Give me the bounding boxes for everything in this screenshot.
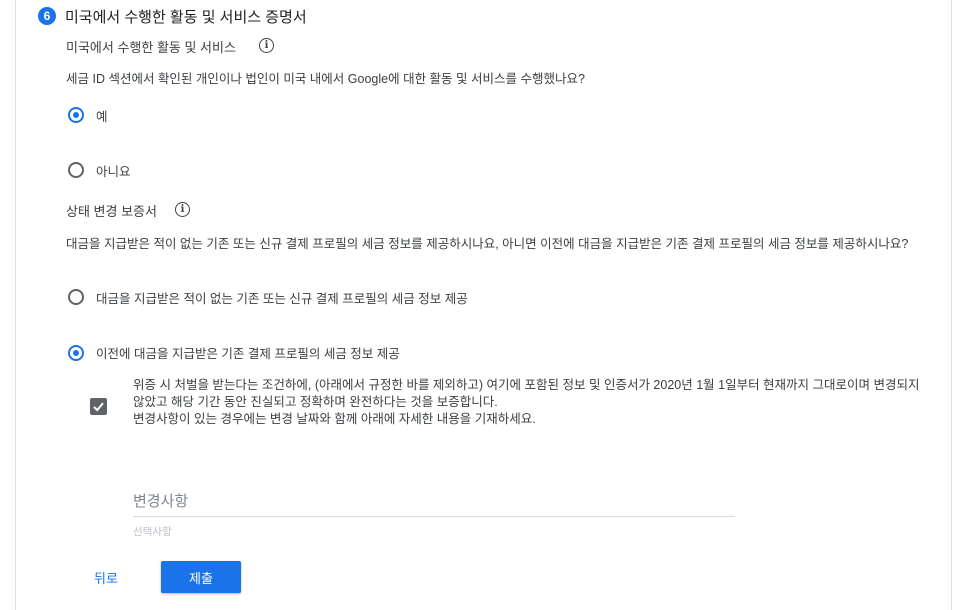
panel-right-border	[951, 0, 952, 610]
checkmark-icon	[93, 402, 104, 412]
info-icon[interactable]: i	[175, 202, 190, 217]
certification-text-line1: 위증 시 처벌을 받는다는 조건하에, (아래에서 규정한 바를 제외하고) 여…	[133, 378, 920, 409]
radio-existing-profile[interactable]	[68, 345, 84, 361]
panel-left-border	[15, 0, 16, 610]
radio-new-profile[interactable]	[68, 289, 84, 305]
back-button[interactable]: 뒤로	[86, 563, 126, 591]
info-icon[interactable]: i	[259, 38, 274, 53]
radio-yes-label: 예	[96, 110, 108, 124]
certification-text: 위증 시 처벌을 받는다는 조건하에, (아래에서 규정한 바를 제외하고) 여…	[133, 377, 933, 428]
radio-no[interactable]	[68, 162, 84, 178]
activities-label: 미국에서 수행한 활동 및 서비스	[66, 40, 236, 55]
changes-optional-hint: 선택사항	[133, 526, 172, 538]
step-number-badge: 6	[38, 7, 56, 25]
radio-existing-profile-label: 이전에 대금을 지급받은 기존 결제 프로필의 세금 정보 제공	[96, 347, 400, 361]
status-change-question: 대금을 지급받은 적이 없는 기존 또는 신규 결제 프로필의 세금 정보를 제…	[66, 237, 909, 251]
certification-text-line2: 변경사항이 있는 경우에는 변경 날짜와 함께 아래에 자세한 내용을 기재하세…	[133, 412, 536, 426]
submit-button[interactable]: 제출	[161, 561, 241, 593]
activities-question: 세금 ID 섹션에서 확인된 개인이나 법인이 미국 내에서 Google에 대…	[66, 72, 585, 86]
radio-new-profile-label: 대금을 지급받은 적이 없는 기존 또는 신규 결제 프로필의 세금 정보 제공	[96, 292, 468, 306]
certification-checkbox[interactable]	[90, 398, 107, 415]
radio-yes[interactable]	[68, 107, 84, 123]
status-change-label: 상태 변경 보증서	[66, 204, 157, 219]
changes-input[interactable]	[133, 486, 735, 517]
section-title: 미국에서 수행한 활동 및 서비스 증명서	[65, 9, 307, 26]
radio-no-label: 아니요	[96, 165, 131, 179]
